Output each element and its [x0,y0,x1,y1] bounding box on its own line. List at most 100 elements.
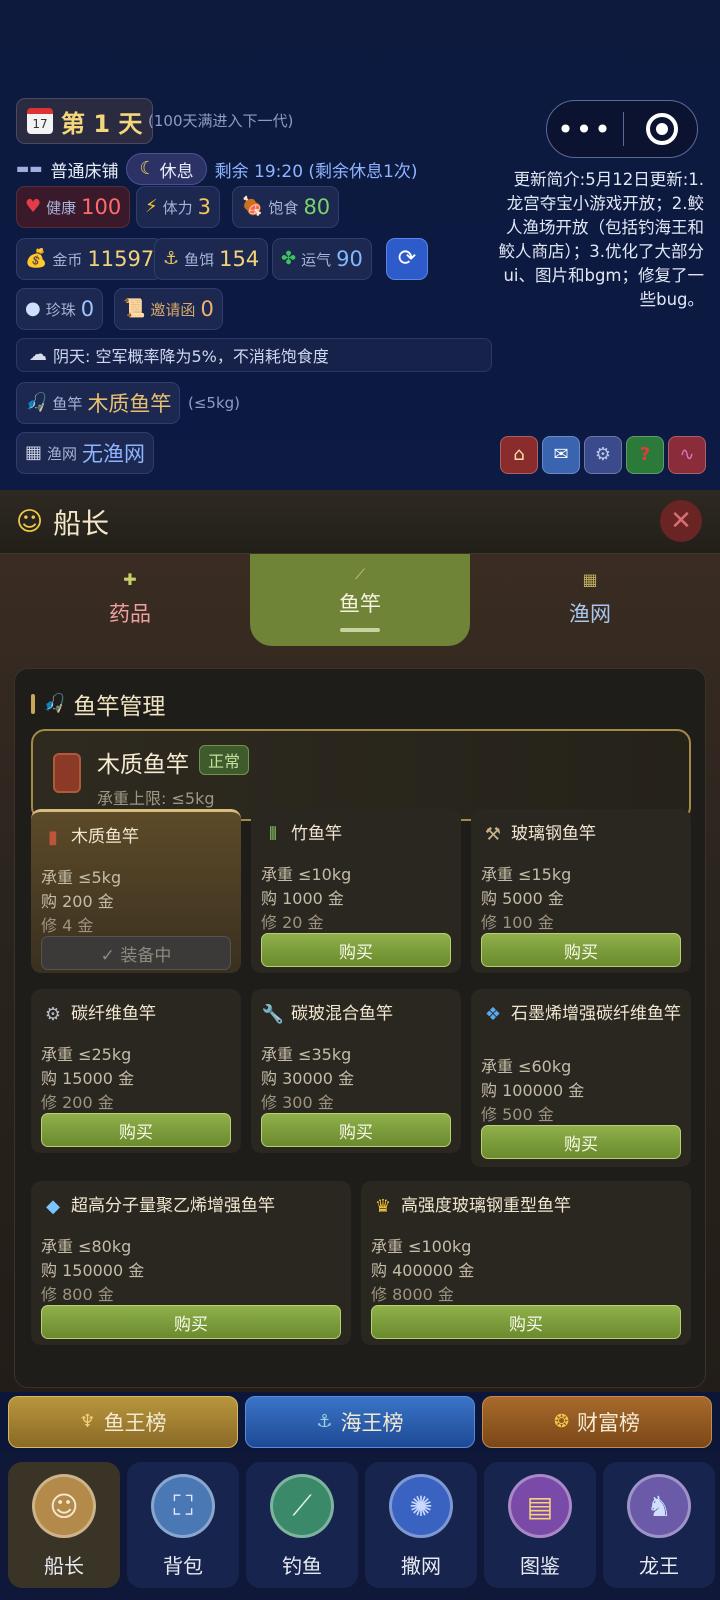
hammer-icon: ⚒ [484,824,502,845]
title-accent [31,694,35,714]
nav-captain[interactable]: ☺ 船长 [8,1462,120,1588]
refresh-button[interactable]: ⟳ [386,238,428,280]
bed-icon: ▬▬ [16,161,43,177]
heart-icon: ♥ [25,196,42,217]
rod-limit: (≤5kg) [188,394,241,412]
tab-indicator [340,628,380,632]
worm-button[interactable]: ∿ [668,436,706,474]
rod-buy-price: 购 15000 金 [41,1069,135,1088]
rod-card-heavy-fiberglass[interactable]: ♛ 高强度玻璃钢重型鱼竿 承重 ≤100kg 购 400000 金 修 8000 … [361,1181,691,1345]
bed-row: ▬▬ 普通床铺 ☾ 休息 剩余 19:20 (剩余休息1次) [16,153,418,185]
meat-icon: 🍖 [241,196,264,217]
rod-icon: ⟋ [355,567,365,583]
nav-backpack[interactable]: ⛶ 背包 [127,1462,239,1588]
day-label: 第 1 天 [61,109,143,138]
settings-button[interactable]: ⚙ [584,436,622,474]
rod-card-graphene[interactable]: ❖ 石墨烯增强碳纤维鱼竿 承重 ≤60kg 购 100000 金 修 500 金 … [471,989,691,1167]
book-icon: ▤ [508,1474,572,1538]
home-button[interactable]: ⌂ [500,436,538,474]
rod-repair-price: 修 200 金 [41,1093,114,1112]
rank-label: 财富榜 [577,1411,641,1435]
target-ring-icon[interactable] [646,113,678,145]
stamina-value: 3 [197,195,212,219]
nav-cast-net[interactable]: ✺ 撒网 [365,1462,477,1588]
fishing-rod-icon: ⟋ [270,1474,334,1538]
nav-encyclopedia[interactable]: ▤ 图鉴 [484,1462,596,1588]
moon-icon: ☾ [139,158,156,179]
buy-button[interactable]: 购买 [41,1305,341,1339]
rod-card-carbon-glass[interactable]: 🔧 碳玻混合鱼竿 承重 ≤35kg 购 30000 金 修 300 金 购买 [251,989,461,1153]
rod-card-uhmwpe[interactable]: ◆ 超高分子量聚乙烯增强鱼竿 承重 ≤80kg 购 150000 金 修 800 … [31,1181,351,1345]
fishing-rod-icon: 🎣 [25,392,48,413]
buy-button[interactable]: 购买 [371,1305,681,1339]
gold-chip: 💰 金币 11597 [16,238,164,280]
buy-button[interactable]: 购买 [481,1125,681,1159]
buy-button[interactable]: 购买 [261,1113,451,1147]
nav-label: 图鉴 [520,1554,560,1578]
help-button[interactable]: ? [626,436,664,474]
equipped-button: ✓ 装备中 [41,936,231,970]
rod-name: 石墨烯增强碳纤维鱼竿 [511,1004,681,1024]
rod-card-fiberglass[interactable]: ⚒ 玻璃钢鱼竿 承重 ≤15kg 购 5000 金 修 100 金 购买 [471,809,691,973]
rod-card-bamboo[interactable]: ⦀ 竹鱼竿 承重 ≤10kg 购 1000 金 修 20 金 购买 [251,809,461,973]
rod-card-title: ♛ 高强度玻璃钢重型鱼竿 [371,1195,571,1219]
rod-buy-price: 购 400000 金 [371,1261,475,1280]
fish-king-rank-button[interactable]: ♆ 鱼王榜 [8,1396,238,1448]
day-hint: (100天满进入下一代) [148,112,294,130]
rod-buy-price: 购 100000 金 [481,1081,585,1100]
buy-button[interactable]: 购买 [481,933,681,967]
question-icon: ? [639,444,651,465]
rod-card-carbon[interactable]: ⚙ 碳纤维鱼竿 承重 ≤25kg 购 15000 金 修 200 金 购买 [31,989,241,1153]
diamond-tiles-icon: ❖ [484,1004,502,1025]
worm-icon: ∿ [679,444,695,465]
net-value: 无渔网 [82,442,146,466]
rod-card-wood[interactable]: ▮ 木质鱼竿 承重 ≤5kg 购 200 金 修 4 金 ✓ 装备中 [31,809,241,973]
sea-king-rank-button[interactable]: ⚓ 海王榜 [245,1396,475,1448]
gear-icon: ⚙ [594,444,612,465]
day-counter: 17 第 1 天 [16,98,154,144]
money-bag-icon: 💰 [25,248,48,269]
captain-avatar-icon: ☺ [32,1474,96,1538]
food-chip: 🍖 饱食 80 [232,186,340,228]
dragon-icon: ♞ [627,1474,691,1538]
rod-repair-price: 修 8000 金 [371,1285,454,1304]
tab-net[interactable]: ▦ 渔网 [480,554,700,646]
nav-fishing[interactable]: ⟋ 钓鱼 [246,1462,358,1588]
health-chip: ♥ 健康 100 [16,186,131,228]
buy-button[interactable]: 购买 [41,1113,231,1147]
treasure-icon: ❂ [553,1411,570,1432]
nav-label: 钓鱼 [282,1554,322,1578]
rod-repair-price: 修 800 金 [41,1285,114,1304]
rod-load: 承重 ≤80kg [41,1237,132,1256]
rod-load: 承重 ≤10kg [261,865,352,884]
mail-button[interactable]: ✉ [542,436,580,474]
gold-value: 11597 [87,247,155,271]
lightning-icon: ⚡ [145,196,158,217]
rod-repair-price: 修 100 金 [481,913,554,932]
rod-load: 承重 ≤25kg [41,1045,132,1064]
buy-button[interactable]: 购买 [261,933,451,967]
nav-dragon-king[interactable]: ♞ 龙王 [603,1462,715,1588]
gem-icon: ◆ [46,1196,60,1217]
tab-medicine[interactable]: ✚ 药品 [20,554,240,646]
scroll-icon: 📜 [123,298,146,319]
wealth-rank-button[interactable]: ❂ 财富榜 [482,1396,712,1448]
rod-buy-price: 购 1000 金 [261,889,344,908]
invite-chip: 📜 邀请函 0 [114,288,223,330]
more-dots-icon[interactable]: ••• [547,113,623,146]
rod-name: 碳纤维鱼竿 [71,1004,156,1024]
crown-icon: ♛ [374,1196,392,1217]
mailbox-icon: ✉ [553,444,569,465]
rod-repair-price: 修 20 金 [261,913,324,932]
rod-card-title: ⦀ 竹鱼竿 [261,823,342,847]
close-button[interactable]: ✕ [660,500,702,542]
tab-rod[interactable]: ⟋ 鱼竿 [250,554,470,646]
bamboo-icon: ⦀ [269,824,277,845]
calendar-icon: 17 [27,108,53,134]
bait-chip: ⚓ 鱼饵 154 [154,238,269,280]
bait-value: 154 [219,247,260,271]
rod-card-title: ❖ 石墨烯增强碳纤维鱼竿 [481,1003,681,1027]
rest-button[interactable]: ☾ 休息 [126,153,207,185]
rod-card-title: ◆ 超高分子量聚乙烯增强鱼竿 [41,1195,275,1219]
invite-label: 邀请函 [150,300,196,319]
